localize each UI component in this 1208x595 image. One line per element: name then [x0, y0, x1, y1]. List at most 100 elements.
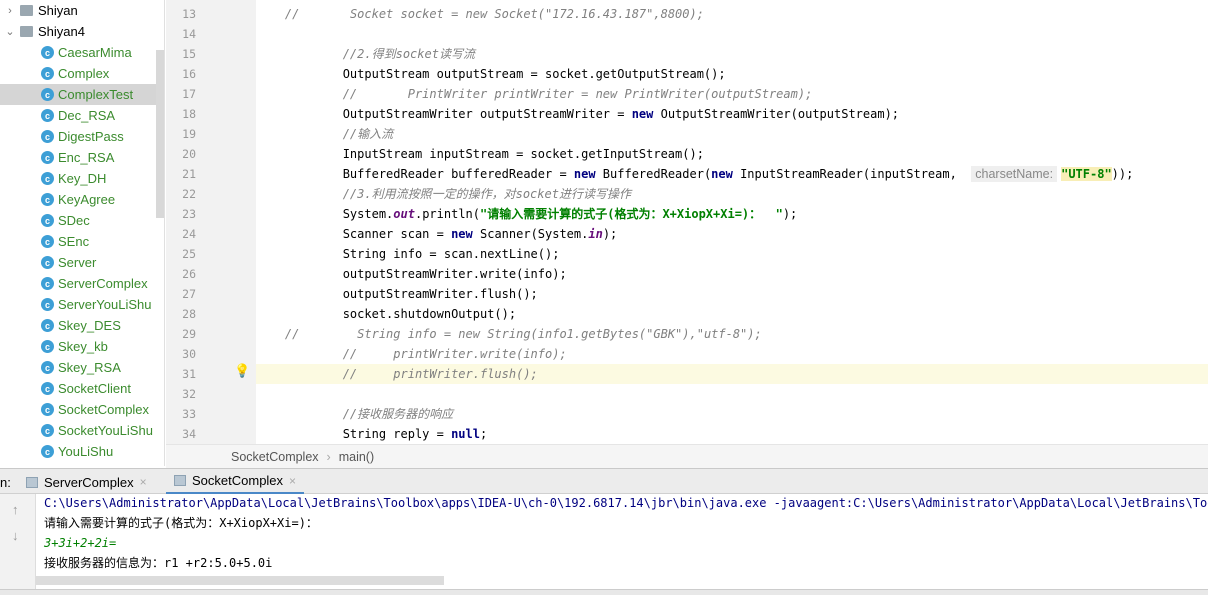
code-line[interactable]: String info = scan.nextLine(); [256, 244, 1208, 264]
chevron-right-icon[interactable]: › [0, 5, 20, 17]
line-number[interactable]: 27 [172, 287, 196, 301]
run-tool-window-tabs: n: ServerComplex × SocketComplex × [0, 468, 1208, 495]
tree-folder-shiyan4[interactable]: ⌄ Shiyan4 [0, 21, 164, 42]
code-line[interactable]: //2.得到socket读写流 [256, 44, 1208, 64]
line-number[interactable]: 15 [172, 47, 196, 61]
code-line[interactable]: outputStreamWriter.write(info); [256, 264, 1208, 284]
line-number[interactable]: 24 [172, 227, 196, 241]
lightbulb-icon[interactable]: 💡 [234, 363, 250, 378]
line-number[interactable]: 29 [172, 327, 196, 341]
code-line[interactable]: outputStreamWriter.flush(); [256, 284, 1208, 304]
tree-class-youlishu[interactable]: c YouLiShu [0, 441, 164, 462]
line-number[interactable]: 19 [172, 127, 196, 141]
line-number[interactable]: 26 [172, 267, 196, 281]
code-line[interactable]: OutputStreamWriter outputStreamWriter = … [256, 104, 1208, 124]
line-number[interactable]: 23 [172, 207, 196, 221]
code-line[interactable]: System.out.println("请输入需要计算的式子(格式为：X+Xio… [256, 204, 1208, 224]
code-token: // PrintWriter printWriter = new PrintWr… [342, 87, 813, 101]
code-line[interactable]: // printWriter.flush(); [256, 364, 1208, 384]
status-bar [0, 589, 1208, 595]
tree-class-socketyoulishu[interactable]: c SocketYouLiShu [0, 420, 164, 441]
tree-class-caesarmima[interactable]: c CaesarMima [0, 42, 164, 63]
tree-folder-shiyan[interactable]: › Shiyan [0, 0, 164, 21]
line-number[interactable]: 14 [172, 27, 196, 41]
tab-socket-complex[interactable]: SocketComplex × [166, 469, 305, 495]
code-line[interactable]: // Socket socket = new Socket("172.16.43… [256, 4, 1208, 24]
tree-class-keyagree[interactable]: c KeyAgree [0, 189, 164, 210]
line-number[interactable]: 25 [172, 247, 196, 261]
line-number[interactable]: 17 [172, 87, 196, 101]
code-line[interactable]: // PrintWriter printWriter = new PrintWr… [256, 84, 1208, 104]
arrow-down-icon[interactable]: ↓ [12, 528, 19, 543]
tree-class-serveryoulishu[interactable]: c ServerYouLiShu [0, 294, 164, 315]
code-line[interactable]: OutputStream outputStream = socket.getOu… [256, 64, 1208, 84]
code-line[interactable]: //输入流 [256, 124, 1208, 144]
java-class-icon: c [41, 256, 54, 269]
code-token: OutputStreamWriter outputStreamWriter = [284, 107, 632, 121]
tree-class-socketcomplex[interactable]: c SocketComplex [0, 399, 164, 420]
tree-class-servercomplex[interactable]: c ServerComplex [0, 273, 164, 294]
line-number[interactable]: 30 [172, 347, 196, 361]
code-line[interactable]: Scanner scan = new Scanner(System.in); [256, 224, 1208, 244]
code-token: //接收服务器的响应 [342, 407, 454, 421]
line-number[interactable]: 18 [172, 107, 196, 121]
line-number[interactable]: 13 [172, 7, 196, 21]
sidebar-scrollbar[interactable] [156, 50, 164, 218]
line-number[interactable]: 21 [172, 167, 196, 181]
tree-class-skey_rsa[interactable]: c Skey_RSA [0, 357, 164, 378]
tree-class-dec_rsa[interactable]: c Dec_RSA [0, 105, 164, 126]
code-token: // printWriter.flush(); [342, 367, 538, 381]
line-number[interactable]: 32 [172, 387, 196, 401]
parameter-hint: charsetName: [971, 166, 1058, 182]
line-number[interactable]: 34 [172, 427, 196, 441]
code-token: Socket socket = new Socket("172.16.43.18… [349, 7, 704, 21]
code-line[interactable] [256, 24, 1208, 44]
close-icon[interactable]: × [289, 474, 296, 488]
code-line[interactable]: // printWriter.write(info); [256, 344, 1208, 364]
java-class-icon: c [41, 361, 54, 374]
code-line[interactable]: socket.shutdownOutput(); [256, 304, 1208, 324]
arrow-up-icon[interactable]: ↑ [12, 502, 19, 517]
chevron-down-icon[interactable]: ⌄ [0, 25, 20, 38]
code-token: outputStreamWriter.flush(); [284, 287, 538, 301]
tree-class-server[interactable]: c Server [0, 252, 164, 273]
console-output[interactable]: ↑ ↓ C:\Users\Administrator\AppData\Local… [0, 494, 1208, 595]
breadcrumb-method[interactable]: main() [339, 450, 374, 464]
code-line[interactable]: String reply = null; [256, 424, 1208, 444]
code-token: "UTF-8" [1061, 167, 1112, 181]
java-class-icon: c [41, 340, 54, 353]
line-number[interactable]: 31 [172, 367, 196, 381]
tree-class-senc[interactable]: c SEnc [0, 231, 164, 252]
java-class-icon: c [41, 172, 54, 185]
line-number[interactable]: 16 [172, 67, 196, 81]
tree-class-socketclient[interactable]: c SocketClient [0, 378, 164, 399]
tree-class-skey_des[interactable]: c Skey_DES [0, 315, 164, 336]
tree-class-skey_kb[interactable]: c Skey_kb [0, 336, 164, 357]
code-line[interactable]: InputStream inputStream = socket.getInpu… [256, 144, 1208, 164]
breadcrumb-class[interactable]: SocketComplex [231, 450, 319, 464]
code-token: // [284, 7, 350, 21]
java-class-icon: c [41, 235, 54, 248]
tree-class-sdec[interactable]: c SDec [0, 210, 164, 231]
code-line[interactable] [256, 384, 1208, 404]
tree-class-key_dh[interactable]: c Key_DH [0, 168, 164, 189]
tree-class-complextest[interactable]: c ComplexTest [0, 84, 164, 105]
code-editor[interactable]: // Socket socket = new Socket("172.16.43… [256, 0, 1208, 444]
tree-class-complex[interactable]: c Complex [0, 63, 164, 84]
tab-server-complex[interactable]: ServerComplex × [26, 469, 147, 495]
code-line[interactable]: BufferedReader bufferedReader = new Buff… [256, 164, 1208, 184]
code-line[interactable]: // String info = new String(info1.getByt… [256, 324, 1208, 344]
code-token: BufferedReader bufferedReader = [284, 167, 574, 181]
code-line[interactable]: //3.利用流按照一定的操作，对socket进行读写操作 [256, 184, 1208, 204]
line-number[interactable]: 33 [172, 407, 196, 421]
line-number[interactable]: 28 [172, 307, 196, 321]
line-number[interactable]: 20 [172, 147, 196, 161]
code-line[interactable]: //接收服务器的响应 [256, 404, 1208, 424]
close-icon[interactable]: × [140, 475, 147, 489]
console-horizontal-scrollbar[interactable] [36, 576, 444, 585]
tree-class-enc_rsa[interactable]: c Enc_RSA [0, 147, 164, 168]
tree-class-digestpass[interactable]: c DigestPass [0, 126, 164, 147]
line-number[interactable]: 22 [172, 187, 196, 201]
